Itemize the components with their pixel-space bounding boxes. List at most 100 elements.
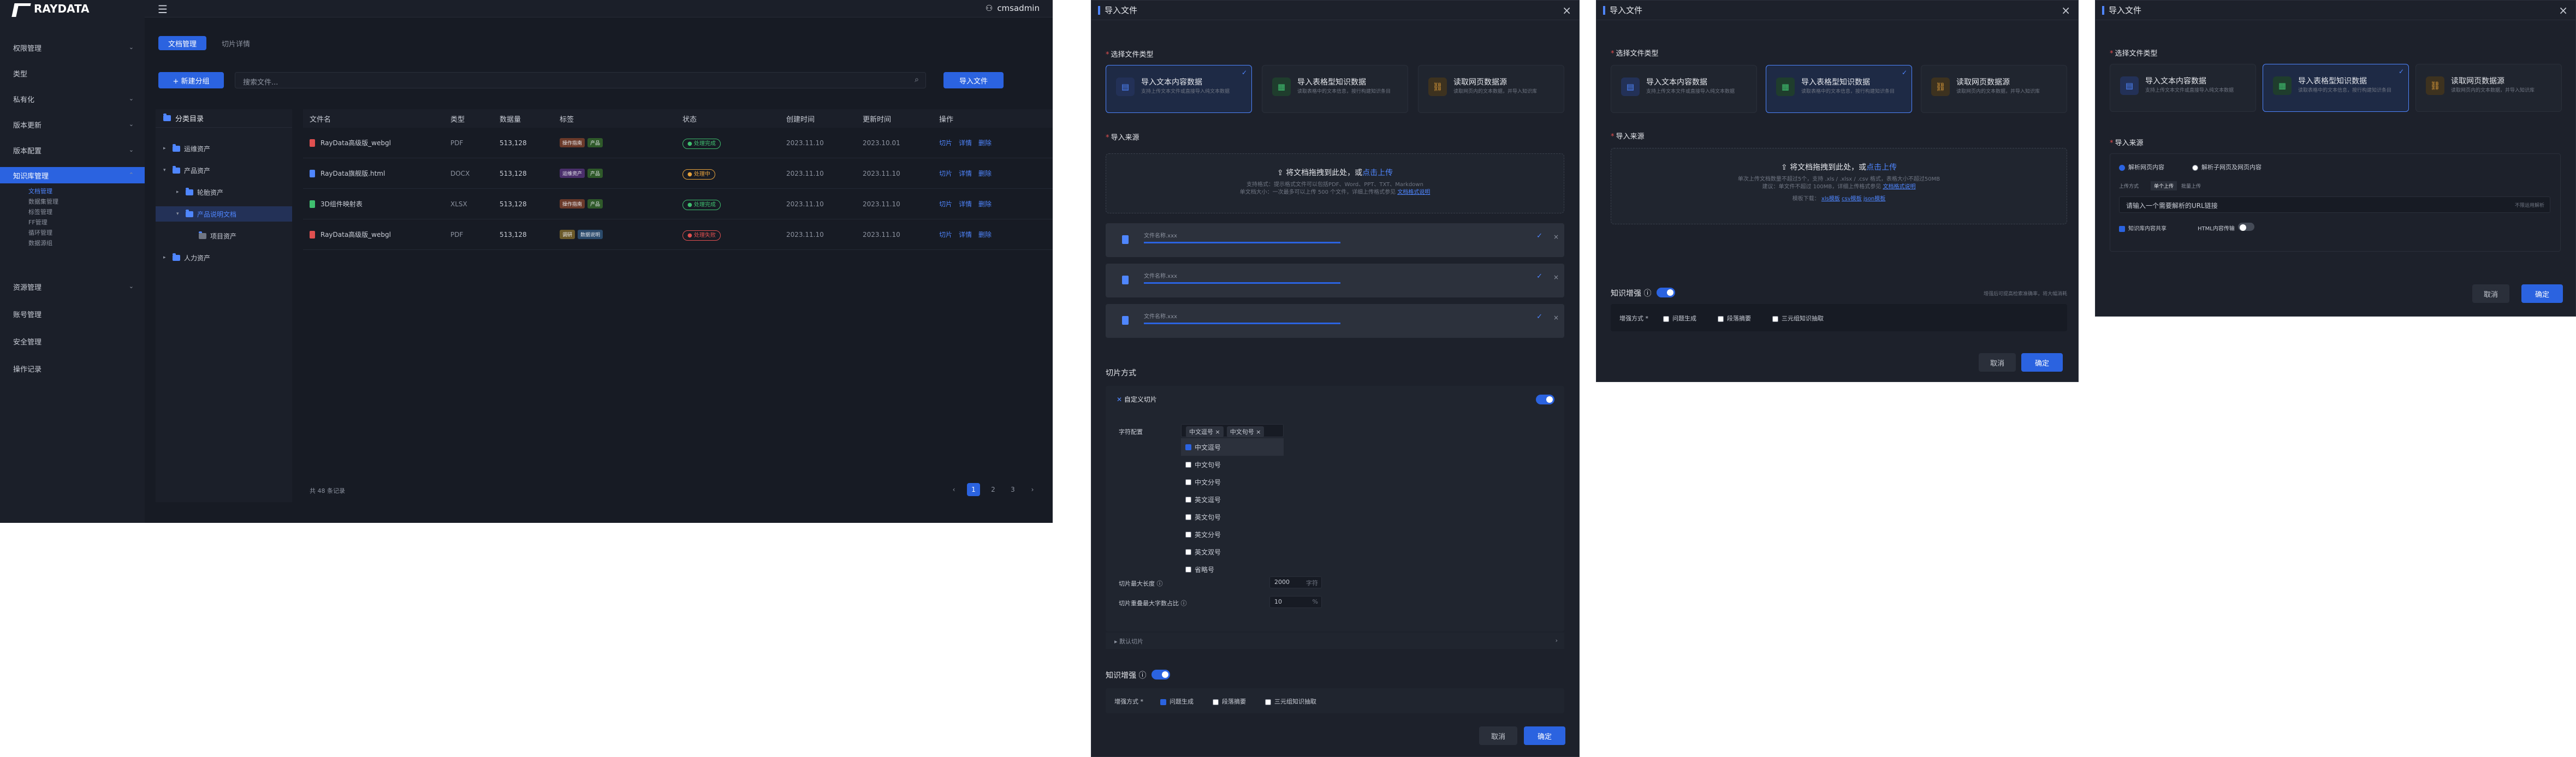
sidebar-item-after-0[interactable]: 资源管理 ⌄ xyxy=(0,278,145,295)
tree-node[interactable]: ▾ 产品资产 xyxy=(156,163,292,178)
search-input[interactable]: 搜索文件... ⌕ xyxy=(235,72,926,88)
cancel-button[interactable]: 取消 xyxy=(1979,353,2016,372)
enhance-toggle[interactable] xyxy=(1152,670,1170,679)
delete-link[interactable]: 删除 xyxy=(978,138,992,147)
table-row[interactable]: RayData高级版_webgl PDF 513,128 调研 数据说明 ● 处理失败 20… xyxy=(303,219,1053,250)
separator-option[interactable]: 英文双号 xyxy=(1181,543,1284,561)
file-type-card-2[interactable]: ⛓ 读取网页数据源 读取网页内的文本数据，并导入知识库 xyxy=(1418,65,1564,113)
click-upload-link[interactable]: 点击上传 xyxy=(1362,169,1393,177)
sidebar-item-0[interactable]: 权限管理 ⌄ xyxy=(0,39,145,56)
format-doc-link[interactable]: 文档格式说明 xyxy=(1397,189,1430,195)
close-icon[interactable]: × xyxy=(1553,273,1559,281)
slice-link[interactable]: 切片 xyxy=(939,199,952,208)
csv-template-link[interactable]: csv模板 xyxy=(1842,196,1862,202)
table-row[interactable]: RayData旗舰版.html DOCX 513,128 运维资产 产品 ● 处理中 202… xyxy=(303,158,1053,189)
sidebar-subitem-0[interactable]: 文档管理 xyxy=(0,186,145,196)
sidebar-item-4[interactable]: 版本配置 ⌄ xyxy=(0,142,145,158)
cancel-button[interactable]: 取消 xyxy=(1479,726,1517,745)
tree-node[interactable]: ▸ 人力资产 xyxy=(156,250,292,265)
separator-option[interactable]: 英文分号 xyxy=(1181,526,1284,543)
user-menu[interactable]: ⚇ cmsadmin xyxy=(986,3,1040,13)
delete-link[interactable]: 删除 xyxy=(978,230,992,239)
tab-document-management[interactable]: 文档管理 xyxy=(158,36,207,50)
tree-node[interactable]: ▾ 产品说明文档 xyxy=(156,206,292,222)
file-type-card-1[interactable]: ▦ 导入表格型知识数据 读取表格中的文本信息，按行构建知识条目 ✓ xyxy=(2263,64,2409,112)
expand-icon[interactable]: ▾ xyxy=(163,168,169,173)
opt-triple-extract[interactable]: 三元组知识抽取 xyxy=(1265,697,1316,706)
tree-node[interactable]: ▸ 运维资产 xyxy=(156,141,292,156)
close-icon[interactable]: × xyxy=(1553,314,1559,321)
sidebar-item-3[interactable]: 版本更新 ⌄ xyxy=(0,116,145,133)
tree-node[interactable]: ▸ 轮胎资产 xyxy=(156,184,292,200)
page-button[interactable]: ‹ xyxy=(947,483,960,496)
radio-parse-page[interactable]: 解析网页内容 xyxy=(2119,163,2164,171)
radio-parse-subpages[interactable]: 解析子网页及网页内容 xyxy=(2192,163,2262,171)
separator-select[interactable]: 中文逗号 × 中文句号 × xyxy=(1181,424,1284,437)
detail-link[interactable]: 详情 xyxy=(959,138,972,147)
checkbox[interactable] xyxy=(1185,514,1191,520)
page-button[interactable]: 1 xyxy=(967,483,980,496)
file-type-card-0[interactable]: ▤ 导入文本内容数据 支持上传文本文件或直接导入纯文本数据 xyxy=(2110,64,2256,112)
chip-period[interactable]: 中文句号 × xyxy=(1226,426,1265,437)
expand-icon[interactable]: ▸ xyxy=(163,146,169,151)
checkbox[interactable] xyxy=(1185,531,1191,538)
enhance-toggle[interactable] xyxy=(1657,288,1675,297)
file-type-card-2[interactable]: ⛓ 读取网页数据源 读取网页内的文本数据，并导入知识库 xyxy=(1921,65,2067,113)
click-upload-link[interactable]: 点击上传 xyxy=(1866,163,1897,172)
close-icon[interactable]: × xyxy=(1553,233,1559,241)
sidebar-subitem-3[interactable]: FF管理 xyxy=(0,217,145,228)
upload-dropzone[interactable]: ⇪ 将文档拖拽到此处，或点击上传 支持格式：提示格式文件可以包括PDF、Word… xyxy=(1106,153,1564,213)
html-transfer-toggle[interactable] xyxy=(2238,223,2254,231)
tab-single-upload[interactable]: 单个上传 xyxy=(2151,181,2177,190)
separator-option[interactable]: 英文句号 xyxy=(1181,508,1284,526)
checkbox[interactable] xyxy=(1185,479,1191,485)
detail-link[interactable]: 详情 xyxy=(959,230,972,239)
opt-question-gen[interactable]: 问题生成 xyxy=(1663,314,1696,323)
tree-node[interactable]: 项目资产 xyxy=(156,228,292,243)
checkbox[interactable] xyxy=(1185,496,1191,503)
sidebar-subitem-5[interactable]: 数据源组 xyxy=(0,237,145,248)
url-input[interactable]: 请输入一个需要解析的URL链接 不限运用解析 xyxy=(2119,196,2550,213)
tab-slice-details[interactable]: 切片详情 xyxy=(212,36,260,50)
json-template-link[interactable]: json模板 xyxy=(1863,196,1885,202)
confirm-button[interactable]: 确定 xyxy=(2521,284,2563,303)
delete-link[interactable]: 删除 xyxy=(978,169,992,178)
xls-template-link[interactable]: xls模板 xyxy=(1821,196,1840,202)
close-icon[interactable]: × xyxy=(2061,4,2070,17)
slice-link[interactable]: 切片 xyxy=(939,169,952,178)
separator-option[interactable]: 中文分号 xyxy=(1181,473,1284,491)
separator-option[interactable]: 英文逗号 xyxy=(1181,491,1284,508)
sidebar-item-after-1[interactable]: 账号管理 xyxy=(0,306,145,322)
default-slice-row[interactable]: ▸ 默认切片 › xyxy=(1106,633,1564,649)
import-file-button[interactable]: 导入文件 xyxy=(943,72,1004,88)
max-length-input[interactable]: 2000 字符 xyxy=(1269,576,1322,588)
share-checkbox[interactable]: 知识库内容共享 xyxy=(2119,224,2167,232)
confirm-button[interactable]: 确定 xyxy=(1524,726,1565,745)
file-type-card-2[interactable]: ⛓ 读取网页数据源 读取网页内的文本数据，并导入知识库 xyxy=(2415,64,2562,112)
file-type-card-1[interactable]: ▦ 导入表格型知识数据 读取表格中的文本信息，按行构建知识条目 xyxy=(1262,65,1408,113)
table-row[interactable]: RayData高级版_webgl PDF 513,128 操作指南 产品 ● 处理完成 20… xyxy=(303,128,1053,158)
search-icon[interactable]: ⌕ xyxy=(915,75,919,84)
close-icon[interactable]: × xyxy=(2559,4,2568,17)
opt-paragraph-summary[interactable]: 段落摘要 xyxy=(1213,697,1246,706)
expand-icon[interactable]: ▾ xyxy=(176,211,182,217)
sidebar-item-after-3[interactable]: 操作记录 xyxy=(0,360,145,377)
file-type-card-0[interactable]: ▤ 导入文本内容数据 支持上传文本文件或直接导入纯文本数据 xyxy=(1611,65,1757,113)
file-type-card-1[interactable]: ▦ 导入表格型知识数据 读取表格中的文本信息，按行构建知识条目 ✓ xyxy=(1766,65,1912,113)
checkbox[interactable] xyxy=(1185,461,1191,468)
overlap-input[interactable]: 10% xyxy=(1269,596,1322,608)
new-group-button[interactable]: + 新建分组 xyxy=(158,72,224,88)
tab-batch-upload[interactable]: 批量上传 xyxy=(2181,182,2201,189)
expand-icon[interactable]: ▸ xyxy=(176,189,182,195)
checkbox[interactable] xyxy=(1185,549,1191,555)
detail-link[interactable]: 详情 xyxy=(959,199,972,208)
chip-comma[interactable]: 中文逗号 × xyxy=(1186,426,1224,437)
sidebar-subitem-4[interactable]: 循环管理 xyxy=(0,227,145,238)
opt-question-gen[interactable]: 问题生成 xyxy=(1160,697,1194,706)
checkbox[interactable] xyxy=(1185,566,1191,573)
slice-link[interactable]: 切片 xyxy=(939,230,952,239)
upload-dropzone[interactable]: ⇪ 将文档拖拽到此处，或点击上传 单次上传文档数量不超过5个，支持 .xls /… xyxy=(1611,148,2067,224)
expand-icon[interactable]: ▸ xyxy=(163,255,169,260)
detail-link[interactable]: 详情 xyxy=(959,169,972,178)
page-button[interactable]: 3 xyxy=(1006,483,1019,496)
